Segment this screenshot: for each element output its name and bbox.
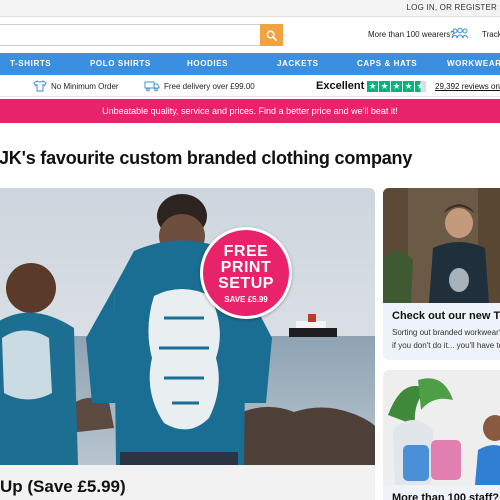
top-utility-bar: LOG IN, OR REGISTER xyxy=(0,0,500,17)
search-button[interactable] xyxy=(260,24,283,46)
nav-item-t-shirts[interactable]: T-SHIRTS xyxy=(10,59,51,68)
promo-banner[interactable]: Unbeatable quality, service and prices. … xyxy=(0,99,500,123)
side-card-photo xyxy=(383,370,500,485)
tshirt-icon xyxy=(33,80,47,92)
category-nav: T-SHIRTS POLO SHIRTS HOODIES JACKETS CAP… xyxy=(0,53,500,75)
free-print-setup-badge: FREE PRINT SETUP SAVE £5.99 xyxy=(200,227,292,319)
star-icon: ★ xyxy=(379,81,390,92)
side-card-text-2: if you don't do it... you'll have to xyxy=(392,341,500,350)
hero-photo xyxy=(0,188,375,465)
side-card-photo xyxy=(383,188,500,303)
hero-caption[interactable]: Up (Save £5.99) xyxy=(0,477,126,497)
star-icon: ★ xyxy=(403,81,414,92)
search-icon xyxy=(266,30,277,41)
trustpilot-stars: ★ ★ ★ ★ ★ xyxy=(367,81,426,92)
nav-item-hoodies[interactable]: HOODIES xyxy=(187,59,228,68)
side-card-text-1: Sorting out branded workwear? xyxy=(392,328,500,337)
badge-save-amount: SAVE £5.99 xyxy=(224,295,268,304)
group-people-icon[interactable] xyxy=(451,27,469,40)
page-title: JK's favourite custom branded clothing c… xyxy=(0,148,413,168)
hero-card[interactable]: Up (Save £5.99) xyxy=(0,188,375,500)
login-register-link[interactable]: LOG IN, OR REGISTER xyxy=(407,3,497,12)
search-input[interactable] xyxy=(0,24,260,46)
badge-line-setup: SETUP xyxy=(218,275,274,292)
bulk-order-link[interactable]: More than 100 wearers? xyxy=(368,30,455,39)
nav-item-caps-hats[interactable]: CAPS & HATS xyxy=(357,59,417,68)
rating-word: Excellent xyxy=(316,80,365,92)
usp-no-minimum: No Minimum Order xyxy=(51,82,119,91)
badge-line-free: FREE xyxy=(223,243,269,260)
half-star-icon: ★ xyxy=(415,81,426,92)
reviews-link[interactable]: 29,392 reviews on xyxy=(435,82,500,91)
nav-item-jackets[interactable]: JACKETS xyxy=(277,59,319,68)
delivery-truck-icon xyxy=(144,81,160,92)
star-icon: ★ xyxy=(391,81,402,92)
track-order-link[interactable]: Track xyxy=(482,30,500,39)
usp-free-delivery: Free delivery over £99.00 xyxy=(164,82,255,91)
star-icon: ★ xyxy=(367,81,378,92)
side-card-title: More than 100 staff? xyxy=(392,492,499,500)
side-card-bulk[interactable]: More than 100 staff? xyxy=(383,370,500,500)
nav-item-polo-shirts[interactable]: POLO SHIRTS xyxy=(90,59,151,68)
badge-line-print: PRINT xyxy=(220,259,272,276)
nav-item-workwear[interactable]: WORKWEAR xyxy=(447,59,500,68)
side-card-title: Check out our new T xyxy=(392,310,500,322)
side-card-new-t[interactable]: Check out our new T Sorting out branded … xyxy=(383,188,500,360)
